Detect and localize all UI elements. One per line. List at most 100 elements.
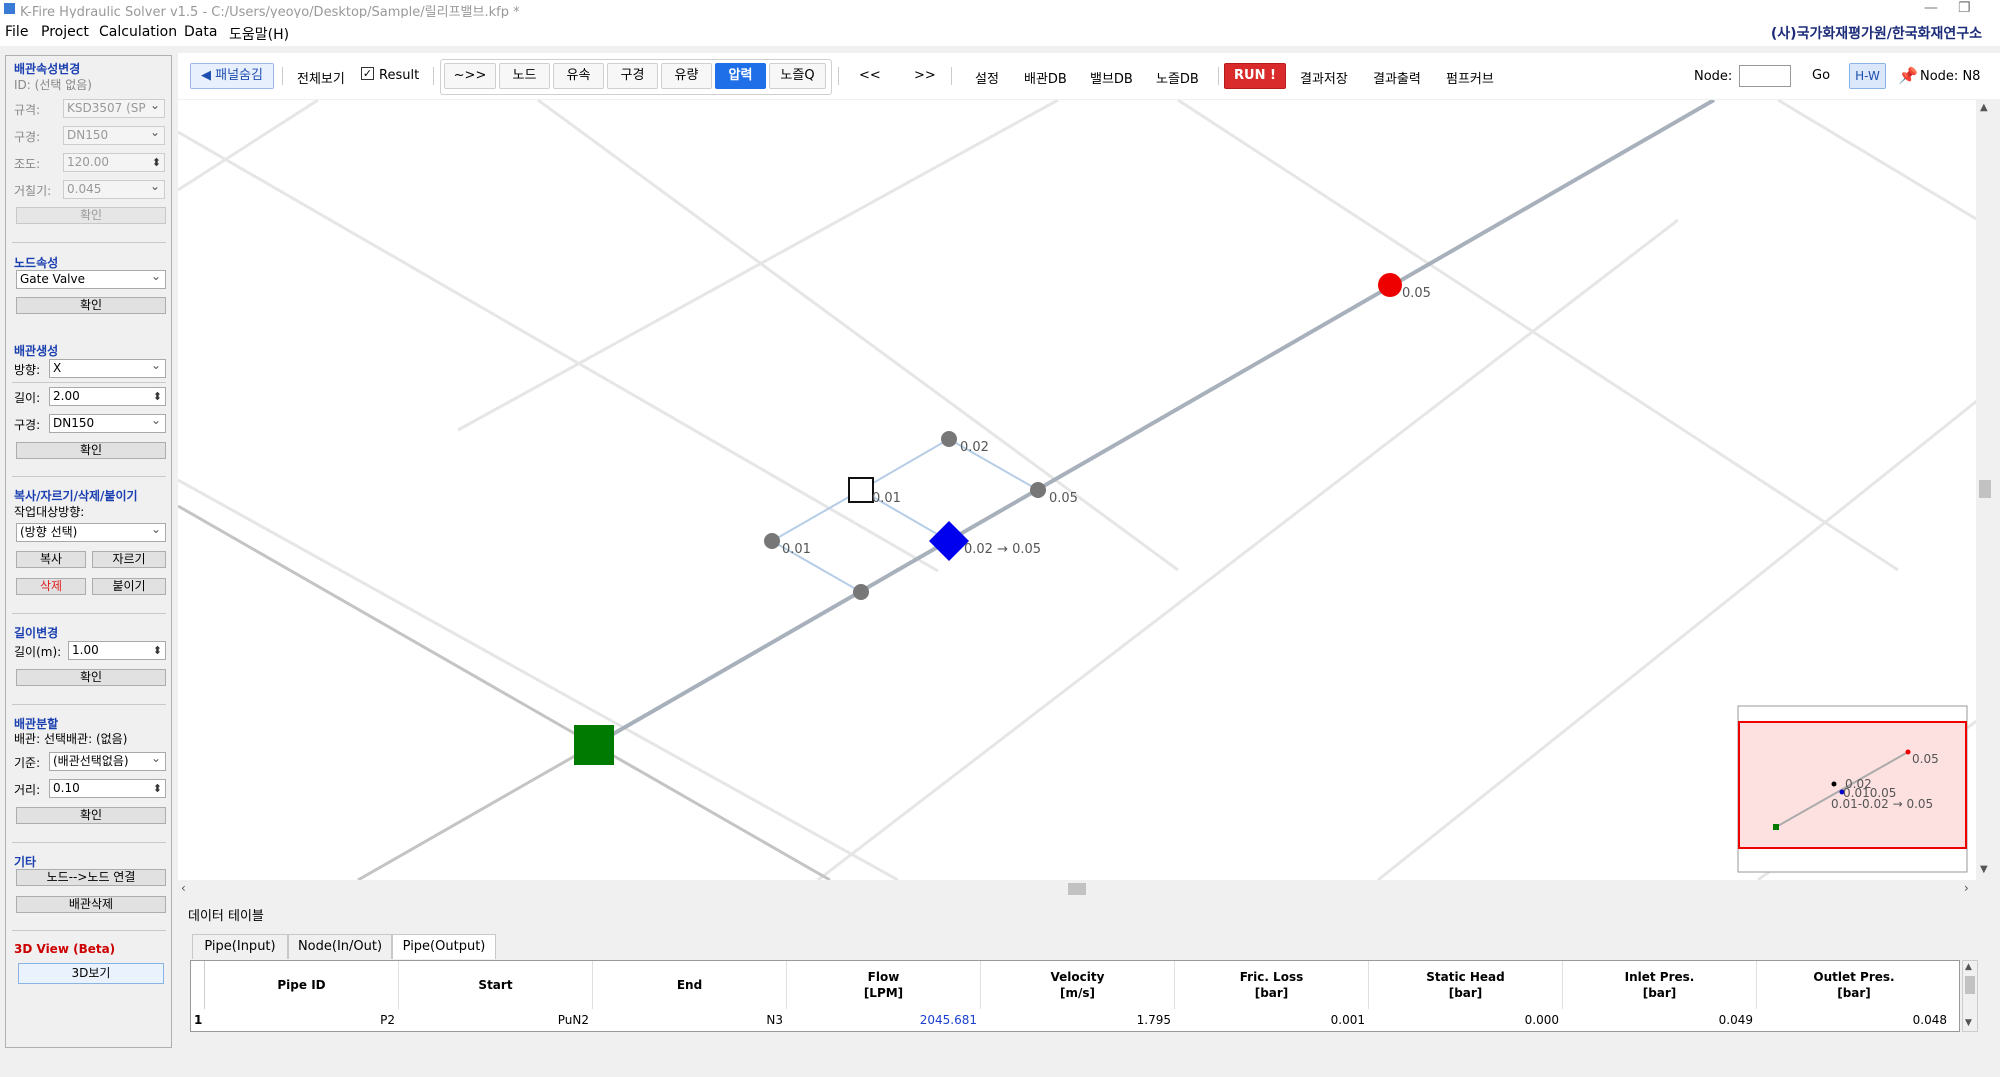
pump-curve-button[interactable]: 펌프커브	[1446, 68, 1494, 87]
len-change-field[interactable]: 1.00	[68, 641, 166, 660]
horizontal-scrollbar[interactable]: ‹ ›	[178, 880, 1994, 898]
print-results-button[interactable]: 결과출력	[1373, 68, 1421, 87]
hw-button[interactable]: H-W	[1849, 63, 1886, 89]
node-type-select[interactable]: Gate Valve	[16, 270, 166, 289]
column-header[interactable]: Velocity [m/s]	[981, 961, 1175, 1009]
len-change-confirm-button[interactable]: 확인	[16, 669, 166, 686]
column-header[interactable]: Static Head [bar]	[1369, 961, 1563, 1009]
mode-velocity-button[interactable]: 유속	[553, 63, 604, 89]
length-field[interactable]: 2.00	[49, 387, 166, 406]
network-canvas[interactable]: 0.05 0.02 0.05 0.01 0.01 0.02 → 0.05 0.0…	[178, 100, 1978, 880]
minimize-icon[interactable]: —	[1924, 0, 1938, 16]
pipe-db-button[interactable]: 배관DB	[1024, 68, 1067, 87]
settings-button[interactable]: 설정	[975, 68, 999, 87]
menu-project[interactable]: Project	[41, 24, 89, 40]
direction-select[interactable]: X	[49, 359, 166, 378]
table-cell[interactable]: 0.048	[1757, 1011, 1951, 1029]
mode-flow-button[interactable]: 유량	[661, 63, 712, 89]
table-scrollbar[interactable]: ▲ ▼	[1962, 960, 1978, 1032]
dia-select[interactable]: DN150	[63, 126, 165, 145]
column-header[interactable]: Flow [LPM]	[787, 961, 981, 1009]
split-confirm-button[interactable]: 확인	[16, 807, 166, 824]
tab-node-inout[interactable]: Node(In/Out)	[288, 934, 392, 959]
pump-node[interactable]	[574, 725, 614, 765]
menu-help[interactable]: 도움말(H)	[229, 24, 289, 44]
pipe-delete-button[interactable]: 배관삭제	[16, 896, 166, 913]
result-checkbox[interactable]: ✓	[361, 67, 374, 80]
scroll-up-icon[interactable]: ▲	[1980, 102, 1988, 113]
view3d-button[interactable]: 3D보기	[18, 963, 164, 984]
paste-button[interactable]: 붙이기	[92, 578, 166, 595]
vertical-scrollbar[interactable]: ▲ ▼	[1976, 100, 1994, 880]
valve-db-button[interactable]: 밸브DB	[1090, 68, 1133, 87]
mode-diameter-button[interactable]: 구경	[607, 63, 658, 89]
main-pipe[interactable]	[593, 100, 1715, 747]
table-cell[interactable]: N3	[593, 1011, 787, 1029]
mode-pressure-button[interactable]: 압력	[715, 63, 766, 89]
std-select[interactable]: KSD3507 (SP	[63, 99, 165, 118]
create-dia-select[interactable]: DN150	[49, 414, 166, 433]
junction-node[interactable]	[853, 584, 869, 600]
junction-node[interactable]	[941, 431, 957, 447]
target-direction-select[interactable]: (방향 선택)	[16, 523, 166, 542]
mode-nozzleq-button[interactable]: 노즐Q	[769, 63, 826, 89]
table-cell[interactable]: 2045.681	[787, 1011, 981, 1029]
scroll-left-icon[interactable]: ‹	[181, 881, 186, 895]
valve-node[interactable]	[848, 477, 874, 503]
delete-button[interactable]: 삭제	[16, 578, 86, 595]
split-distance-field[interactable]: 0.10	[49, 779, 166, 798]
minimap[interactable]: 0.05 0.02 0.010.05 0.01-0.02 → 0.05	[1737, 705, 1968, 873]
column-header[interactable]: Fric. Loss [bar]	[1175, 961, 1369, 1009]
junction-node[interactable]	[1030, 482, 1046, 498]
menu-file[interactable]: File	[5, 24, 28, 40]
loop-pipe[interactable]	[860, 438, 950, 491]
table-cell[interactable]: 0.000	[1369, 1011, 1563, 1029]
column-header[interactable]: End	[593, 961, 787, 1009]
horizontal-scroll-thumb[interactable]	[1068, 883, 1086, 895]
c-factor-field[interactable]: 120.00	[63, 153, 165, 172]
data-table[interactable]: Pipe ID Start End Flow [LPM] Velocity [m…	[190, 960, 1960, 1032]
scroll-right-icon[interactable]: ›	[1964, 881, 1969, 895]
table-scroll-thumb[interactable]	[1965, 976, 1975, 994]
full-view-button[interactable]: 전체보기	[297, 68, 345, 87]
prev-button[interactable]: <<	[859, 68, 881, 83]
menu-calculation[interactable]: Calculation	[99, 24, 177, 40]
tab-pipe-output[interactable]: Pipe(Output)	[392, 934, 496, 959]
relief-valve-node[interactable]	[929, 521, 969, 561]
restore-icon[interactable]: ❐	[1958, 0, 1971, 16]
pipe-attr-confirm-button[interactable]: 확인	[16, 207, 166, 224]
hide-panel-button[interactable]: ◀ 패널숨김	[190, 63, 274, 89]
mode-node-button[interactable]: 노드	[499, 63, 550, 89]
scroll-up-icon[interactable]: ▲	[1965, 962, 1972, 972]
vertical-scroll-thumb[interactable]	[1979, 480, 1991, 498]
mode-arrow-button[interactable]: ~>>	[444, 63, 496, 89]
go-button[interactable]: Go	[1812, 68, 1830, 83]
network-svg[interactable]: 0.05 0.02 0.05 0.01 0.01 0.02 → 0.05 0.0…	[178, 100, 1978, 880]
copy-button[interactable]: 복사	[16, 551, 86, 568]
node-connect-button[interactable]: 노드-->노드 연결	[16, 869, 166, 886]
column-header[interactable]: Pipe ID	[205, 961, 399, 1009]
scroll-down-icon[interactable]: ▼	[1965, 1018, 1972, 1028]
run-button[interactable]: RUN !	[1224, 63, 1286, 89]
nozzle-db-button[interactable]: 노즐DB	[1156, 68, 1199, 87]
table-cell[interactable]: 0.001	[1175, 1011, 1369, 1029]
tab-pipe-input[interactable]: Pipe(Input)	[192, 934, 288, 959]
table-cell[interactable]: PuN2	[399, 1011, 593, 1029]
loop-pipe[interactable]	[771, 489, 862, 542]
pipe-create-confirm-button[interactable]: 확인	[16, 442, 166, 459]
roughness-select[interactable]: 0.045	[63, 180, 165, 199]
red-node[interactable]	[1378, 273, 1402, 297]
table-cell[interactable]: P2	[205, 1011, 399, 1029]
cut-button[interactable]: 자르기	[92, 551, 166, 568]
node-search-input[interactable]	[1739, 65, 1791, 87]
split-basis-select[interactable]: (배관선택없음)	[49, 752, 166, 771]
table-cell[interactable]: 0.049	[1563, 1011, 1757, 1029]
menu-data[interactable]: Data	[184, 24, 217, 40]
junction-node[interactable]	[764, 533, 780, 549]
column-header[interactable]: Start	[399, 961, 593, 1009]
save-results-button[interactable]: 결과저장	[1300, 68, 1348, 87]
scroll-down-icon[interactable]: ▼	[1980, 864, 1988, 875]
next-button[interactable]: >>	[914, 68, 936, 83]
column-header[interactable]: Inlet Pres. [bar]	[1563, 961, 1757, 1009]
node-attr-confirm-button[interactable]: 확인	[16, 297, 166, 314]
